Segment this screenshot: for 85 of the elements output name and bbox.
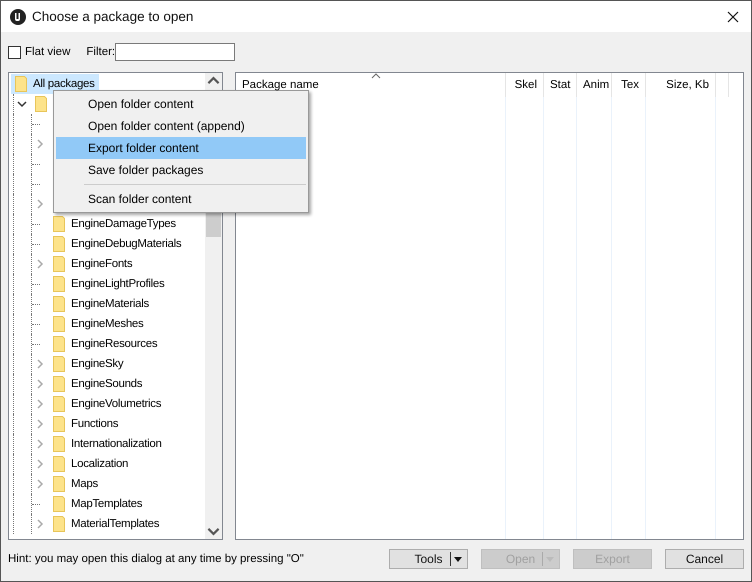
flat-view-label: Flat view <box>25 46 70 58</box>
window-title: Choose a package to open <box>32 9 194 24</box>
column-header[interactable]: Package name <box>236 73 506 97</box>
tree-item-label: EngineVolumetrics <box>71 398 162 410</box>
tree-item-label: EngineMaterials <box>71 298 149 310</box>
tree-item-label: EngineResources <box>71 338 158 350</box>
tree-item[interactable]: EngineDamageTypes <box>49 214 180 234</box>
column-header[interactable]: Skel <box>506 73 544 97</box>
tree-item[interactable]: EngineSounds <box>49 374 146 394</box>
flat-view-checkbox[interactable] <box>8 46 21 58</box>
menu-item[interactable]: Scan folder content <box>56 188 306 210</box>
folder-icon <box>53 256 65 272</box>
folder-icon <box>53 516 65 532</box>
tree-item-label: Maps <box>71 478 98 490</box>
chevron-right-icon[interactable] <box>35 479 45 489</box>
tree-item-label: EngineDebugMaterials <box>71 238 182 250</box>
menu-item[interactable]: Open folder content (append) <box>56 115 306 137</box>
column-header[interactable]: Size, Kb <box>646 73 716 97</box>
chevron-right-icon[interactable] <box>35 519 45 529</box>
chevron-right-icon[interactable] <box>35 459 45 469</box>
tree-item-label: MapTemplates <box>71 498 142 510</box>
tree-item[interactable]: MapTemplates <box>49 494 146 514</box>
chevron-right-icon[interactable] <box>35 439 45 449</box>
chevron-right-icon[interactable] <box>35 199 45 209</box>
folder-icon <box>53 216 65 232</box>
chevron-right-icon[interactable] <box>35 359 45 369</box>
folder-icon <box>53 336 65 352</box>
folder-icon <box>53 476 65 492</box>
column-header[interactable]: Tex <box>612 73 646 97</box>
menu-item[interactable]: Save folder packages <box>56 159 306 181</box>
folder-icon <box>53 416 65 432</box>
folder-icon <box>53 456 65 472</box>
tree-item[interactable]: EngineDebugMaterials <box>49 234 186 254</box>
tree-item-label: Internationalization <box>71 438 162 450</box>
folder-icon <box>53 396 65 412</box>
chevron-right-icon[interactable] <box>35 399 45 409</box>
folder-icon <box>53 296 65 312</box>
caret-icon <box>454 556 462 562</box>
tree-item[interactable]: EngineMeshes <box>49 314 148 334</box>
tree-item[interactable]: Localization <box>49 454 132 474</box>
folder-icon <box>53 436 65 452</box>
chevron-right-icon[interactable] <box>35 379 45 389</box>
filter-field[interactable] <box>115 43 236 61</box>
tree-item-label: All packages <box>33 78 95 90</box>
dropdown-arrow[interactable] <box>450 552 465 566</box>
menu-item[interactable]: Export folder content <box>56 137 306 159</box>
dialog-button[interactable]: Tools <box>389 549 468 569</box>
tree-item[interactable]: EngineVolumetrics <box>49 394 166 414</box>
chevron-right-icon[interactable] <box>35 139 45 149</box>
folder-icon <box>35 96 47 112</box>
tree-item-label: MaterialTemplates <box>71 518 160 530</box>
tree-item[interactable]: Functions <box>49 414 122 434</box>
tree-item[interactable]: EngineSky <box>49 354 128 374</box>
tree-item-label: Functions <box>71 418 118 430</box>
tree-item-label: EngineDamageTypes <box>71 218 176 230</box>
tree-item[interactable]: EngineLightProfiles <box>49 274 168 294</box>
folder-icon <box>53 496 65 512</box>
folder-icon <box>15 76 27 92</box>
tree-item-label: EngineLightProfiles <box>71 278 164 290</box>
tree-item[interactable]: Internationalization <box>49 434 166 454</box>
folder-icon <box>53 376 65 392</box>
tree-item-label: Localization <box>71 458 128 470</box>
column-header[interactable]: Anim <box>577 73 612 97</box>
chevron-right-icon[interactable] <box>35 419 45 429</box>
folder-icon <box>53 356 65 372</box>
tree-item[interactable]: EngineFonts <box>49 254 136 274</box>
tree-item[interactable]: EngineMaterials <box>49 294 153 314</box>
app-logo-icon <box>10 8 26 24</box>
folder-icon <box>53 316 65 332</box>
tree-item[interactable]: Maps <box>49 474 102 494</box>
tree-item[interactable]: EngineResources <box>49 334 162 354</box>
column-header[interactable]: Stat <box>544 73 577 97</box>
folder-icon <box>53 236 65 252</box>
hint-text: Hint: you may open this dialog at any time by pressing "O" <box>8 553 305 565</box>
folder-icon <box>53 276 65 292</box>
tree-item[interactable]: MaterialTemplates <box>49 514 164 534</box>
tree-item-label: EngineMeshes <box>71 318 144 330</box>
tree-item-label: EngineSky <box>71 358 124 370</box>
tree-item-label: EngineSounds <box>71 378 142 390</box>
chevron-down-icon[interactable] <box>17 99 27 109</box>
chevron-right-icon[interactable] <box>35 259 45 269</box>
close-icon[interactable] <box>727 10 739 22</box>
filter-label: Filter: <box>86 46 116 58</box>
dialog-button[interactable]: Cancel <box>665 549 744 569</box>
tree-item-label: EngineFonts <box>71 258 132 270</box>
